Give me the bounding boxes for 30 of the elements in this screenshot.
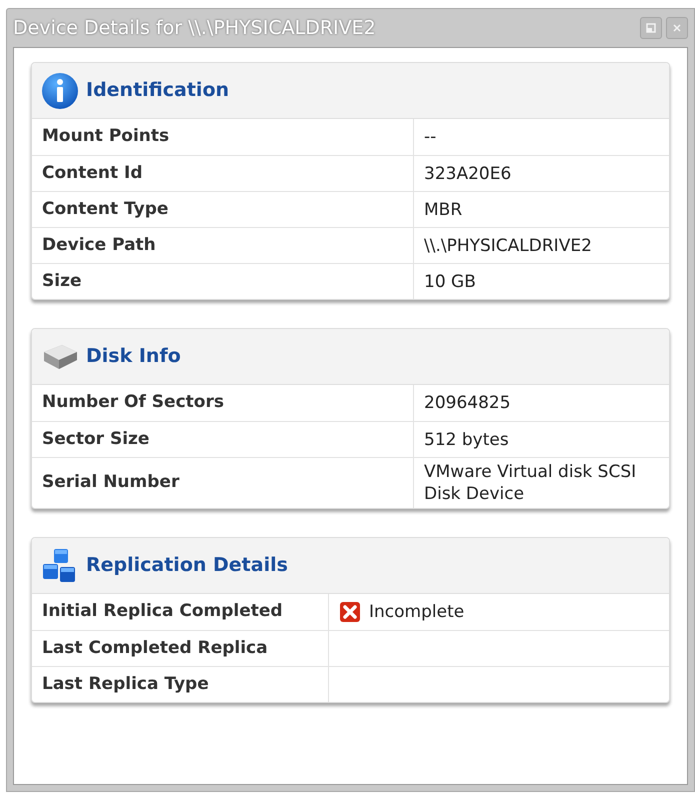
row-label: Serial Number bbox=[42, 471, 180, 494]
info-icon bbox=[40, 70, 80, 110]
row-label: Last Replica Type bbox=[42, 672, 209, 696]
row-value: 323A20E6 bbox=[424, 162, 512, 184]
section-title: Disk Info bbox=[86, 344, 181, 370]
row-label: Device Path bbox=[42, 234, 156, 257]
row-label: Size bbox=[42, 270, 82, 293]
error-icon bbox=[339, 601, 361, 623]
row-label: Mount Points bbox=[42, 125, 170, 148]
row-value: \\.\PHYSICALDRIVE2 bbox=[424, 234, 592, 256]
row-value: Incomplete bbox=[369, 601, 464, 623]
restore-icon bbox=[646, 23, 656, 33]
row-label: Last Completed Replica bbox=[42, 636, 268, 660]
row-value: -- bbox=[424, 126, 436, 148]
row-value: 512 bytes bbox=[424, 428, 509, 450]
row-label: Number Of Sectors bbox=[42, 391, 224, 414]
section-title: Identification bbox=[86, 78, 230, 104]
row-label: Sector Size bbox=[42, 428, 150, 451]
row-label: Content Id bbox=[42, 162, 143, 185]
row-value: VMware Virtual disk SCSI Disk Device bbox=[424, 461, 638, 505]
row-value: 20964825 bbox=[424, 392, 511, 414]
close-button[interactable] bbox=[666, 17, 688, 39]
restore-button[interactable] bbox=[640, 17, 662, 39]
row-label: Content Type bbox=[42, 198, 168, 221]
window-title: Device Details for \\.\PHYSICALDRIVE2 bbox=[13, 16, 376, 41]
section-title: Replication Details bbox=[86, 553, 288, 578]
row-value: 10 GB bbox=[424, 270, 476, 292]
row-label: Initial Replica Completed bbox=[42, 600, 283, 624]
close-icon bbox=[672, 23, 682, 33]
row-value: MBR bbox=[424, 198, 462, 220]
